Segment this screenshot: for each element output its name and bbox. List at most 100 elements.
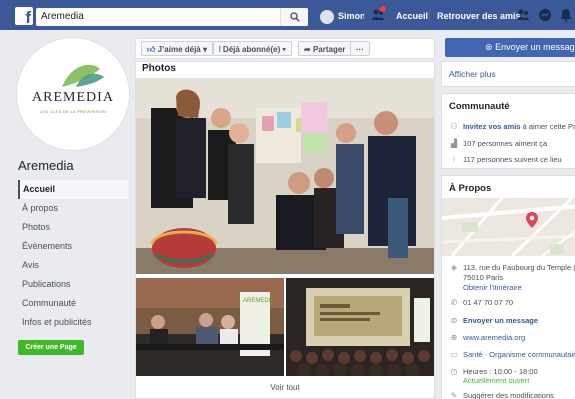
facebook-logo-letter: f (25, 8, 31, 27)
sidebar-item-a-propos[interactable]: À propos (18, 199, 128, 218)
search-icon (290, 12, 300, 22)
location-map[interactable] (442, 198, 575, 256)
suggest-edits-row: ✎ Suggérer des modifications (449, 391, 554, 399)
home-link[interactable]: Accueil (396, 11, 428, 21)
directions-link[interactable]: Obtenir l’itinéraire (463, 283, 522, 292)
community-card: Communauté ⚇ Invitez vos amis à aimer cet… (441, 93, 575, 169)
conference-photo-illustration: AREMEDIA (136, 278, 284, 376)
sidebar-item-communaute[interactable]: Communauté (18, 294, 128, 313)
invite-friends-icon: ⚇ (450, 122, 458, 131)
phone-number[interactable]: 01 47 70 07 70 (463, 298, 513, 307)
photos-section: Photos AREMEDIA Voir tout (135, 61, 435, 399)
location-diamond-icon: ◈ (450, 263, 458, 272)
profile-link[interactable]: Simon (338, 11, 366, 21)
website-row: ⊕ www.aremedia.org (449, 333, 525, 342)
invite-friends-text: à aimer cette Page (522, 122, 575, 131)
friends-icon[interactable] (516, 8, 530, 22)
banner-text: AREMEDIA (243, 298, 274, 304)
share-button-label: Partager (312, 45, 346, 54)
top-navigation-bar: f Aremedia Simon Accueil Retrouver des a… (0, 0, 575, 30)
followers-count-text: 117 personnes suivent ce lieu (463, 155, 562, 164)
sidebar-item-photos[interactable]: Photos (18, 218, 128, 237)
photos-section-title[interactable]: Photos (142, 63, 176, 74)
follow-button[interactable]: ⦚ Déjà abonné(e) ▾ (213, 41, 292, 56)
divider (364, 9, 365, 21)
open-status: Actuellement ouvert (463, 376, 530, 385)
show-more-link[interactable]: Afficher plus (449, 69, 496, 79)
messenger-icon[interactable] (538, 8, 552, 22)
category-row: ▭ Santé · Organisme communautaire (449, 350, 575, 359)
messenger-icon: ⊜ (450, 316, 458, 325)
divider (429, 9, 430, 21)
phone-row: ✆ 01 47 70 07 70 (449, 298, 513, 307)
like-button[interactable]: 👍︎ J’aime déjà ▾ (141, 41, 213, 56)
map-illustration (442, 198, 575, 256)
sidebar-item-infos-publicites[interactable]: Infos et publicités (18, 313, 128, 332)
notifications-bell-icon[interactable] (559, 8, 573, 22)
category-link[interactable]: Santé · Organisme communautaire (463, 350, 575, 359)
sidebar-item-publications[interactable]: Publications (18, 275, 128, 294)
user-avatar[interactable] (320, 10, 334, 24)
hours-text: Heures : 10:00 - 18:00 (463, 367, 538, 376)
audience-photo[interactable] (286, 278, 434, 376)
show-more-card: Afficher plus (441, 61, 575, 87)
rss-icon: ⦚ (219, 45, 221, 54)
globe-icon: ⊕ (450, 333, 458, 342)
audience-photo-illustration (286, 278, 434, 376)
logo-text: AREMEDIA (32, 90, 114, 105)
thumbs-up-icon: 👍︎ (147, 45, 156, 54)
group-photo-illustration (136, 78, 434, 274)
sidebar-item-accueil[interactable]: Accueil (18, 180, 128, 199)
conference-photo[interactable]: AREMEDIA (136, 278, 284, 376)
share-button[interactable]: ➦ Partager (298, 41, 352, 56)
follow-button-label: Déjà abonné(e) (222, 45, 281, 54)
address-line-1: 113, rue du Faubourg du Temple (2 (463, 263, 575, 272)
pencil-icon: ✎ (450, 391, 458, 399)
page-title[interactable]: Aremedia (18, 158, 74, 173)
suggest-edits-link[interactable]: Suggérer des modifications (463, 391, 554, 399)
send-message-link[interactable]: Envoyer un message (463, 316, 538, 325)
thumbs-up-icon: ▟ (450, 139, 458, 148)
notification-badge (380, 6, 386, 12)
followers-row: ⦚ 117 personnes suivent ce lieu (449, 155, 562, 165)
facebook-logo-icon[interactable]: f (15, 7, 33, 27)
sidebar-item-evenements[interactable]: Évènements (18, 237, 128, 256)
rss-icon: ⦚ (453, 155, 455, 164)
like-button-label: J’aime déjà (157, 45, 201, 54)
logo-tagline: LES CLÉS DE LA PRÉVENTION (39, 109, 107, 114)
search-button[interactable] (280, 8, 308, 26)
community-title: Communauté (449, 101, 510, 112)
page-profile-picture[interactable]: AREMEDIA LES CLÉS DE LA PRÉVENTION (17, 38, 129, 150)
about-card: À Propos ◈ 113, rue du Faubourg du Temple… (441, 175, 575, 399)
messenger-icon: ⊜ (485, 42, 493, 52)
about-title: À Propos (449, 183, 492, 194)
search-input[interactable]: Aremedia (36, 8, 308, 26)
address-line-2: 75010 Paris (463, 273, 504, 282)
likes-count-text: 107 personnes aiment ça (463, 139, 548, 148)
send-message-button[interactable]: ⊜ Envoyer un message (445, 38, 575, 57)
map-pin-icon (526, 212, 538, 228)
chevron-down-icon: ▾ (282, 45, 286, 54)
find-friends-link[interactable]: Retrouver des amis (437, 11, 521, 21)
invite-friends-link[interactable]: Invitez vos amis (463, 122, 521, 131)
sidebar-item-avis[interactable]: Avis (18, 256, 128, 275)
website-link[interactable]: www.aremedia.org (463, 333, 525, 342)
message-row: ⊜ Envoyer un message (449, 316, 538, 325)
page-action-bar: 👍︎ J’aime déjà ▾ ⦚ Déjà abonné(e) ▾ ➦ Pa… (135, 38, 435, 59)
address-row: ◈ 113, rue du Faubourg du Temple (2 (449, 263, 575, 272)
page-sidebar-nav: Accueil À propos Photos Évènements Avis … (18, 180, 128, 332)
invite-friends-row: ⚇ Invitez vos amis à aimer cette Page (449, 122, 575, 131)
phone-icon: ✆ (450, 298, 458, 307)
search-input-value: Aremedia (41, 11, 84, 22)
send-message-label: Envoyer un message (495, 42, 575, 52)
likes-row: ▟ 107 personnes aiment ça (449, 139, 547, 148)
category-folder-icon: ▭ (450, 350, 458, 359)
more-options-button[interactable]: ··· (350, 41, 370, 56)
group-photo[interactable] (136, 78, 434, 274)
share-arrow-icon: ➦ (304, 45, 311, 54)
create-page-button[interactable]: Créer une Page (18, 340, 84, 355)
clock-icon: ◷ (450, 367, 458, 376)
see-all-photos-link[interactable]: Voir tout (136, 383, 434, 392)
chevron-down-icon: ▾ (202, 45, 207, 54)
hours-row: ◷ Heures : 10:00 - 18:00 (449, 367, 538, 376)
